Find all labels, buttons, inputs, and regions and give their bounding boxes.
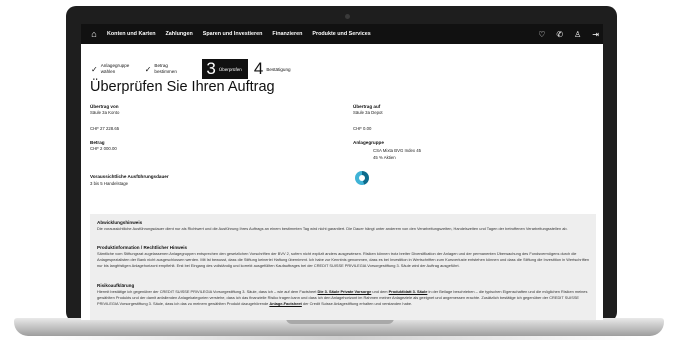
checkmark-icon: ✓ bbox=[91, 64, 98, 74]
step-1-choose-group[interactable]: ✓ Anlagegruppe wählen bbox=[91, 63, 131, 74]
execution-duration-value: 3 bis 5 Handelstage bbox=[90, 181, 128, 186]
transfer-from-label: Übertrag von bbox=[90, 104, 119, 109]
step-4-confirmation: 4 Bestätigung bbox=[254, 59, 291, 79]
investment-group-name: CSA Mixta BVG Index 45 bbox=[373, 148, 422, 153]
legal-info-box: Abwicklungshinweis Die voraussichtliche … bbox=[90, 214, 596, 320]
risk-heading: Risikoaufklärung bbox=[97, 283, 135, 288]
nav-utility-icons: ♡ ✆ ♙ ⇥ bbox=[527, 24, 599, 44]
step-2-determine-amount[interactable]: ✓ Betrag bestimmen bbox=[145, 63, 189, 74]
investment-group-detail: 45 % Aktien bbox=[373, 155, 396, 160]
step-label: Anlagegruppe wählen bbox=[100, 63, 130, 74]
investment-group-label: Anlagegruppe bbox=[353, 140, 384, 145]
phone-icon[interactable]: ✆ bbox=[556, 30, 563, 39]
step-label: Überprüfen bbox=[218, 66, 242, 72]
transfer-to-account: Säule 3a Depot bbox=[353, 110, 383, 115]
home-icon[interactable]: ⌂ bbox=[85, 29, 103, 39]
notifications-icon[interactable]: ♡ bbox=[538, 30, 545, 39]
settlement-text: Die voraussichtliche Ausführungsdauer di… bbox=[97, 226, 568, 231]
risk-text-part-4: der Credit Suisse Anlagestiftung erhalte… bbox=[302, 301, 413, 306]
step-label: Bestätigung bbox=[266, 66, 291, 72]
page-title: Überprüfen Sie Ihren Auftrag bbox=[90, 79, 275, 95]
execution-duration-label: Voraussichtliche Ausführungsdauer bbox=[90, 174, 169, 179]
risk-text: Hiermit bestätige ich gegenüber der CRED… bbox=[97, 289, 591, 307]
transfer-from-account: Säule 3a Konto bbox=[90, 110, 120, 115]
laptop-screen: ⌂ Konten und Karten Zahlungen Sparen und… bbox=[81, 24, 603, 320]
logout-icon[interactable]: ⇥ bbox=[592, 30, 599, 39]
checkmark-icon: ✓ bbox=[144, 64, 152, 74]
transfer-to-label: Übertrag auf bbox=[353, 104, 381, 109]
factsheet-link[interactable]: Die 3. Säule Private Vorsorge bbox=[318, 289, 372, 294]
settlement-heading: Abwicklungshinweis bbox=[97, 220, 143, 225]
amount-label: Betrag bbox=[90, 140, 105, 145]
step-number: 4 bbox=[253, 59, 264, 78]
top-navigation: ⌂ Konten und Karten Zahlungen Sparen und… bbox=[81, 24, 603, 44]
laptop-shadow bbox=[40, 336, 640, 340]
progress-stepper: ✓ Anlagegruppe wählen ✓ Betrag bestimmen… bbox=[91, 58, 291, 80]
transfer-to-amount: CHF 0.00 bbox=[353, 126, 372, 131]
product-sheet-link[interactable]: Produktblatt 3. Säule bbox=[389, 289, 428, 294]
nav-item-products-services[interactable]: Produkte und Services bbox=[312, 31, 370, 37]
risk-text-part-2: und dem bbox=[372, 289, 388, 294]
transfer-from-amount: CHF 27 228.65 bbox=[90, 126, 120, 131]
step-number: 3 bbox=[206, 59, 216, 78]
step-3-review-active: 3 Überprüfen bbox=[202, 59, 248, 79]
legal-text: Sämtliche vom Stiftungsrat zugelassenen … bbox=[97, 251, 590, 268]
step-label: Betrag bestimmen bbox=[154, 63, 177, 74]
nav-item-saving-investing[interactable]: Sparen und Investieren bbox=[203, 31, 263, 37]
allocation-donut-chart bbox=[355, 171, 369, 185]
amount-value: CHF 2 000.00 bbox=[90, 146, 117, 151]
webcam bbox=[345, 14, 350, 19]
investment-factsheet-link[interactable]: Anlage-Factsheet bbox=[269, 301, 301, 306]
risk-text-part-1: Hiermit bestätige ich gegenüber der CRED… bbox=[97, 289, 317, 294]
user-icon[interactable]: ♙ bbox=[574, 30, 581, 39]
legal-heading: Produktinformation / Rechtlicher Hinweis bbox=[97, 245, 188, 250]
nav-item-accounts[interactable]: Konten und Karten bbox=[107, 31, 156, 37]
nav-item-financing[interactable]: Finanzieren bbox=[272, 31, 302, 37]
nav-item-payments[interactable]: Zahlungen bbox=[166, 31, 193, 37]
